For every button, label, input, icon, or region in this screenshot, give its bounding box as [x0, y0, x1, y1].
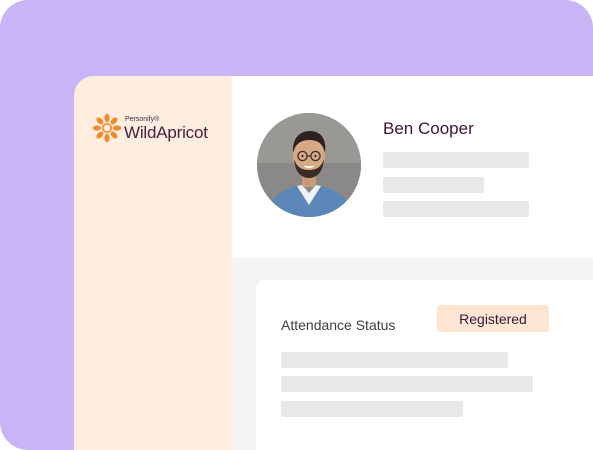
placeholder-line — [383, 201, 529, 217]
app-window: Personify® WildApricot Ben Cooper Attend… — [74, 76, 593, 450]
placeholder-line — [383, 152, 529, 168]
profile-name: Ben Cooper — [383, 119, 474, 138]
wildapricot-logo[interactable]: Personify® WildApricot — [92, 113, 208, 143]
placeholder-line — [383, 177, 484, 193]
person-avatar-icon — [257, 113, 361, 217]
attendance-status-label: Attendance Status — [281, 317, 396, 333]
placeholder-line — [281, 352, 508, 368]
attendance-card: Attendance Status Registered — [256, 280, 593, 450]
sun-logo-icon — [92, 113, 122, 143]
placeholder-line — [281, 376, 533, 392]
sidebar: Personify® WildApricot — [74, 76, 232, 450]
profile-header: Ben Cooper — [232, 76, 593, 258]
main-content: Ben Cooper Attendance Status Registered — [232, 76, 593, 450]
placeholder-line — [281, 401, 463, 417]
status-badge[interactable]: Registered — [437, 305, 549, 332]
logo-personify-text: Personify® — [125, 115, 160, 123]
logo-wildapricot-text: WildApricot — [124, 122, 208, 142]
logo-text: Personify® WildApricot — [124, 116, 208, 141]
avatar[interactable] — [257, 113, 361, 217]
